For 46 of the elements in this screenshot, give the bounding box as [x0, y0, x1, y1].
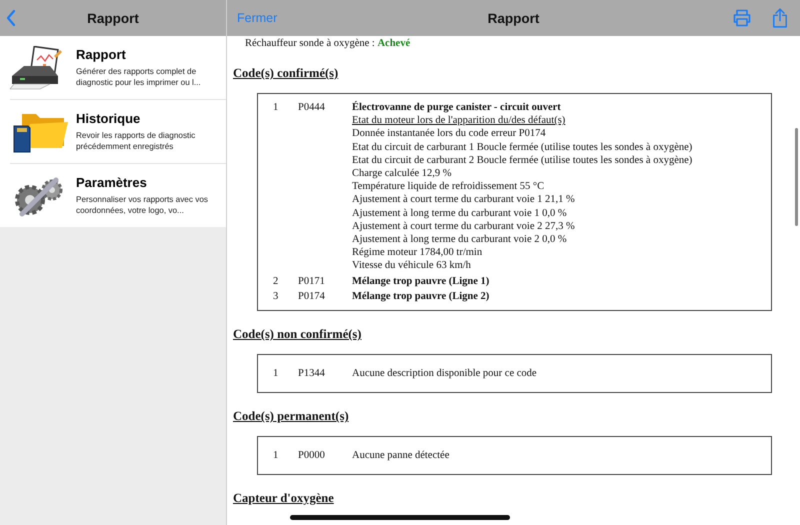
menu-item[interactable]: Paramètres Personnaliser vos rapports avec vos coordonnées, votre logo, vo...: [10, 164, 226, 227]
code-number: 1: [272, 449, 280, 462]
panel-title: Rapport: [87, 10, 139, 26]
menu-item-title: Paramètres: [76, 175, 148, 190]
menu-item-description: Personnaliser vos rapports avec vos coordonnées, votre logo, vo...: [76, 194, 209, 216]
detail-line: Ajustement à court terme du carburant voie 2 27,3 %: [352, 220, 575, 234]
detail-line: Etat du circuit de carburant 1 Boucle fermée (utilise toutes les sondes à oxygène): [352, 140, 692, 154]
fault-code: P0174: [298, 290, 326, 304]
fault-description: Aucune panne détectée: [352, 449, 450, 462]
code-number: 2: [272, 274, 280, 288]
fault-title: Mélange trop pauvre (Ligne 1): [352, 274, 490, 288]
menu-item-description: Générer des rapports complet de diagnostic pour les imprimer ou l...: [76, 66, 202, 88]
menu-item-title: Rapport: [76, 47, 127, 62]
detail-subheading: Etat du moteur lors de l'apparition du/des défaut(s): [352, 114, 566, 128]
detail-line: Donnée instantanée lors du code erreur P0174: [352, 127, 546, 141]
fault-code: P0444: [298, 101, 326, 115]
fault-title: Mélange trop pauvre (Ligne 2): [352, 290, 490, 304]
print-icon[interactable]: [732, 9, 752, 27]
menu-item-description: Revoir les rapports de diagnostic précédemment enregistrés: [76, 130, 196, 152]
fault-code: P0171: [298, 274, 326, 288]
share-icon[interactable]: [772, 7, 788, 29]
detail-line: Etat du circuit de carburant 2 Boucle fermée (utilise toutes les sondes à oxygène): [352, 154, 692, 168]
code-number: 1: [272, 367, 280, 380]
section-heading: Code(s) confirmé(s): [233, 66, 340, 81]
fault-description: Aucune description disponible pour ce code: [352, 367, 537, 380]
section-heading: Capteur d'oxygène: [233, 491, 335, 506]
section-heading: Code(s) non confirmé(s): [233, 327, 362, 342]
fault-code: P1344: [298, 367, 326, 380]
fault-code: P0000: [298, 449, 326, 462]
back-icon[interactable]: [6, 9, 16, 27]
status-line: Réchauffeur sonde à oxygène : Achevé: [245, 38, 412, 50]
code-number: 3: [272, 290, 280, 304]
detail-line: Température liquide de refroidissement 55 °C: [352, 180, 544, 194]
detail-line: Ajustement à long terme du carburant voie 2 0,0 %: [352, 233, 567, 246]
detail-line: Ajustement à court terme du carburant voie 1 21,1 %: [352, 193, 575, 207]
detail-line: Vitesse du véhicule 63 km/h: [352, 259, 471, 273]
report-title: Rapport: [488, 10, 540, 26]
menu-item[interactable]: Historique Revoir les rapports de diagnostic précédemment enregistrés: [10, 100, 226, 164]
detail-line: Régime moteur 1784,00 tr/min: [352, 246, 482, 260]
code-number: 1: [272, 101, 280, 115]
section-heading: Code(s) permanent(s): [233, 409, 350, 424]
menu-item[interactable]: Rapport Générer des rapports complet de diagnostic pour les imprimer ou l...: [10, 36, 226, 100]
detail-line: Charge calculée 12,9 %: [352, 167, 452, 180]
detail-line: Ajustement à long terme du carburant voie 1 0,0 %: [352, 206, 567, 220]
menu-item-title: Historique: [76, 111, 142, 126]
fault-title: Électrovanne de purge canister - circuit ouvert: [352, 101, 561, 114]
